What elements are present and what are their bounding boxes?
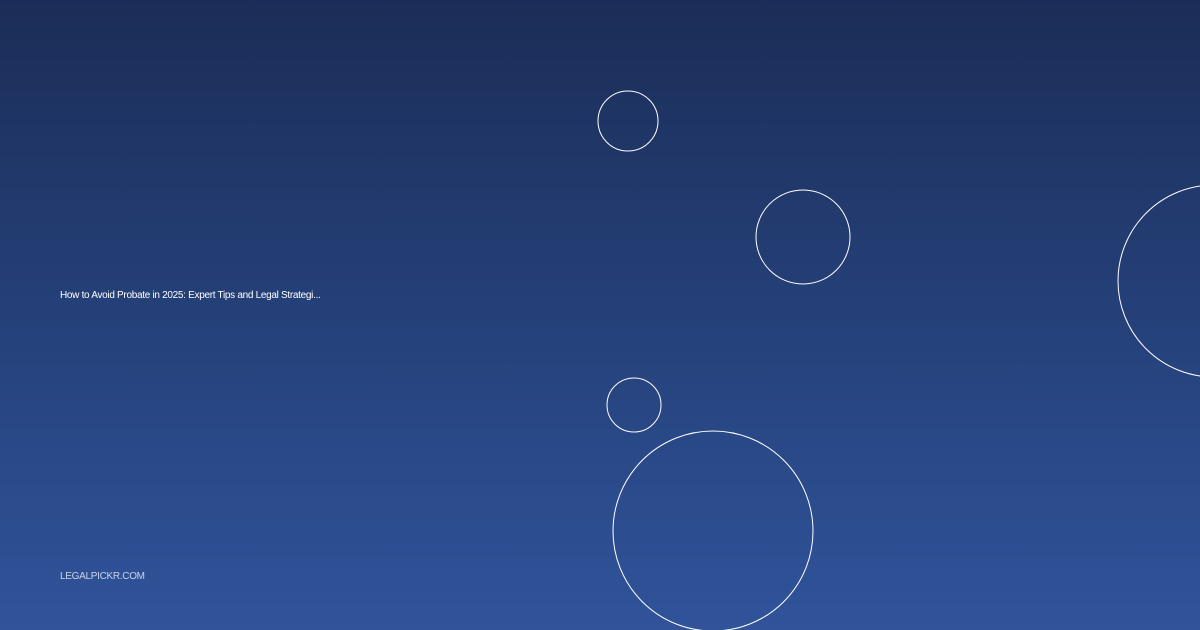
decorative-circle: [1117, 185, 1200, 377]
site-domain: LEGALPICKR.COM: [60, 571, 145, 582]
og-card: How to Avoid Probate in 2025: Expert Tip…: [0, 0, 1200, 630]
decorative-circle: [755, 189, 851, 285]
decorative-circle: [612, 430, 814, 630]
decorative-circles: [597, 90, 1200, 630]
decorative-circle: [606, 377, 662, 433]
page-title: How to Avoid Probate in 2025: Expert Tip…: [60, 290, 321, 301]
decorative-circle: [597, 90, 659, 152]
